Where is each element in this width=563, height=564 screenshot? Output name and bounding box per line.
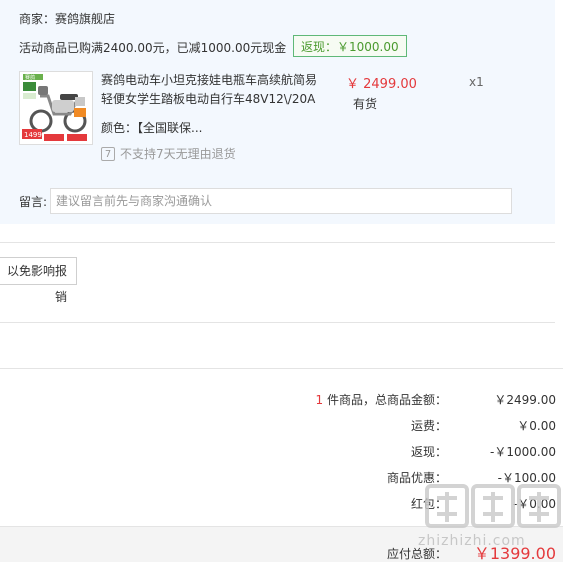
cashback-value: -￥1000.00 — [490, 445, 556, 459]
goods-total: ￥2499.00 — [494, 393, 556, 407]
no-return-notice: 7 不支持7天无理由退货 — [101, 145, 236, 162]
product-title[interactable]: 赛鸽电动车小坦克接娃电瓶车高续航简易 轻便女学生踏板电动自行车48V12\/20… — [101, 71, 331, 109]
stock-status: 有货 — [353, 97, 378, 111]
divider — [0, 368, 563, 369]
shipping-label: 运费： — [410, 419, 447, 433]
shipping-value: ￥0.00 — [517, 419, 556, 433]
product-title-line1[interactable]: 赛鸽电动车小坦克接娃电瓶车高续航简易 — [101, 71, 331, 90]
store-order-block: 商家：赛鸽旗舰店 活动商品已购满2400.00元，已减1000.00元现金 返现… — [0, 0, 555, 224]
divider — [0, 242, 555, 243]
red-packet-label: 红包： — [410, 497, 447, 511]
product-color: 颜色：【全国联保... — [101, 121, 203, 135]
discount-value: -￥100.00 — [497, 471, 556, 485]
product-price: ￥ 2499.00 — [346, 77, 417, 92]
memo-label: 留言: — [19, 195, 48, 209]
goods-count-label: 1 件商品，总商品金额： — [316, 391, 447, 408]
discount-label: 商品优惠： — [386, 471, 447, 485]
scooter-image: 赛鸽 1499 — [20, 72, 92, 144]
product-title-line2[interactable]: 轻便女学生踏板电动自行车48V12\/20A — [101, 90, 331, 109]
promo-text: 活动商品已购满2400.00元，已减1000.00元现金 — [19, 41, 287, 55]
payable-label: 应付总额： — [386, 547, 447, 561]
no-return-text: 不支持7天无理由退货 — [120, 147, 236, 161]
product-thumbnail[interactable]: 赛鸽 1499 — [19, 71, 93, 145]
goods-count-suffix: 件商品，总商品金额： — [323, 393, 447, 407]
memo-input[interactable] — [50, 188, 512, 214]
product-quantity: x1 — [469, 75, 484, 89]
thumb-brand: 赛鸽 — [25, 74, 35, 81]
red-packet-value: -￥0.00 — [512, 497, 556, 511]
invoice-button[interactable]: 以免影响报销 — [0, 257, 77, 304]
store-name[interactable]: 商家：赛鸽旗舰店 — [19, 10, 115, 27]
cashback-label: 返现： — [410, 445, 447, 459]
total-bar: 应付总额： ￥1399.00 — [0, 526, 563, 563]
payable-total: ￥1399.00 — [473, 544, 556, 563]
no-return-icon: 7 — [101, 146, 115, 161]
thumb-price-tag: 1499 — [24, 131, 42, 139]
cashback-badge: 返现：￥1000.00 — [293, 35, 407, 57]
divider — [0, 322, 555, 323]
